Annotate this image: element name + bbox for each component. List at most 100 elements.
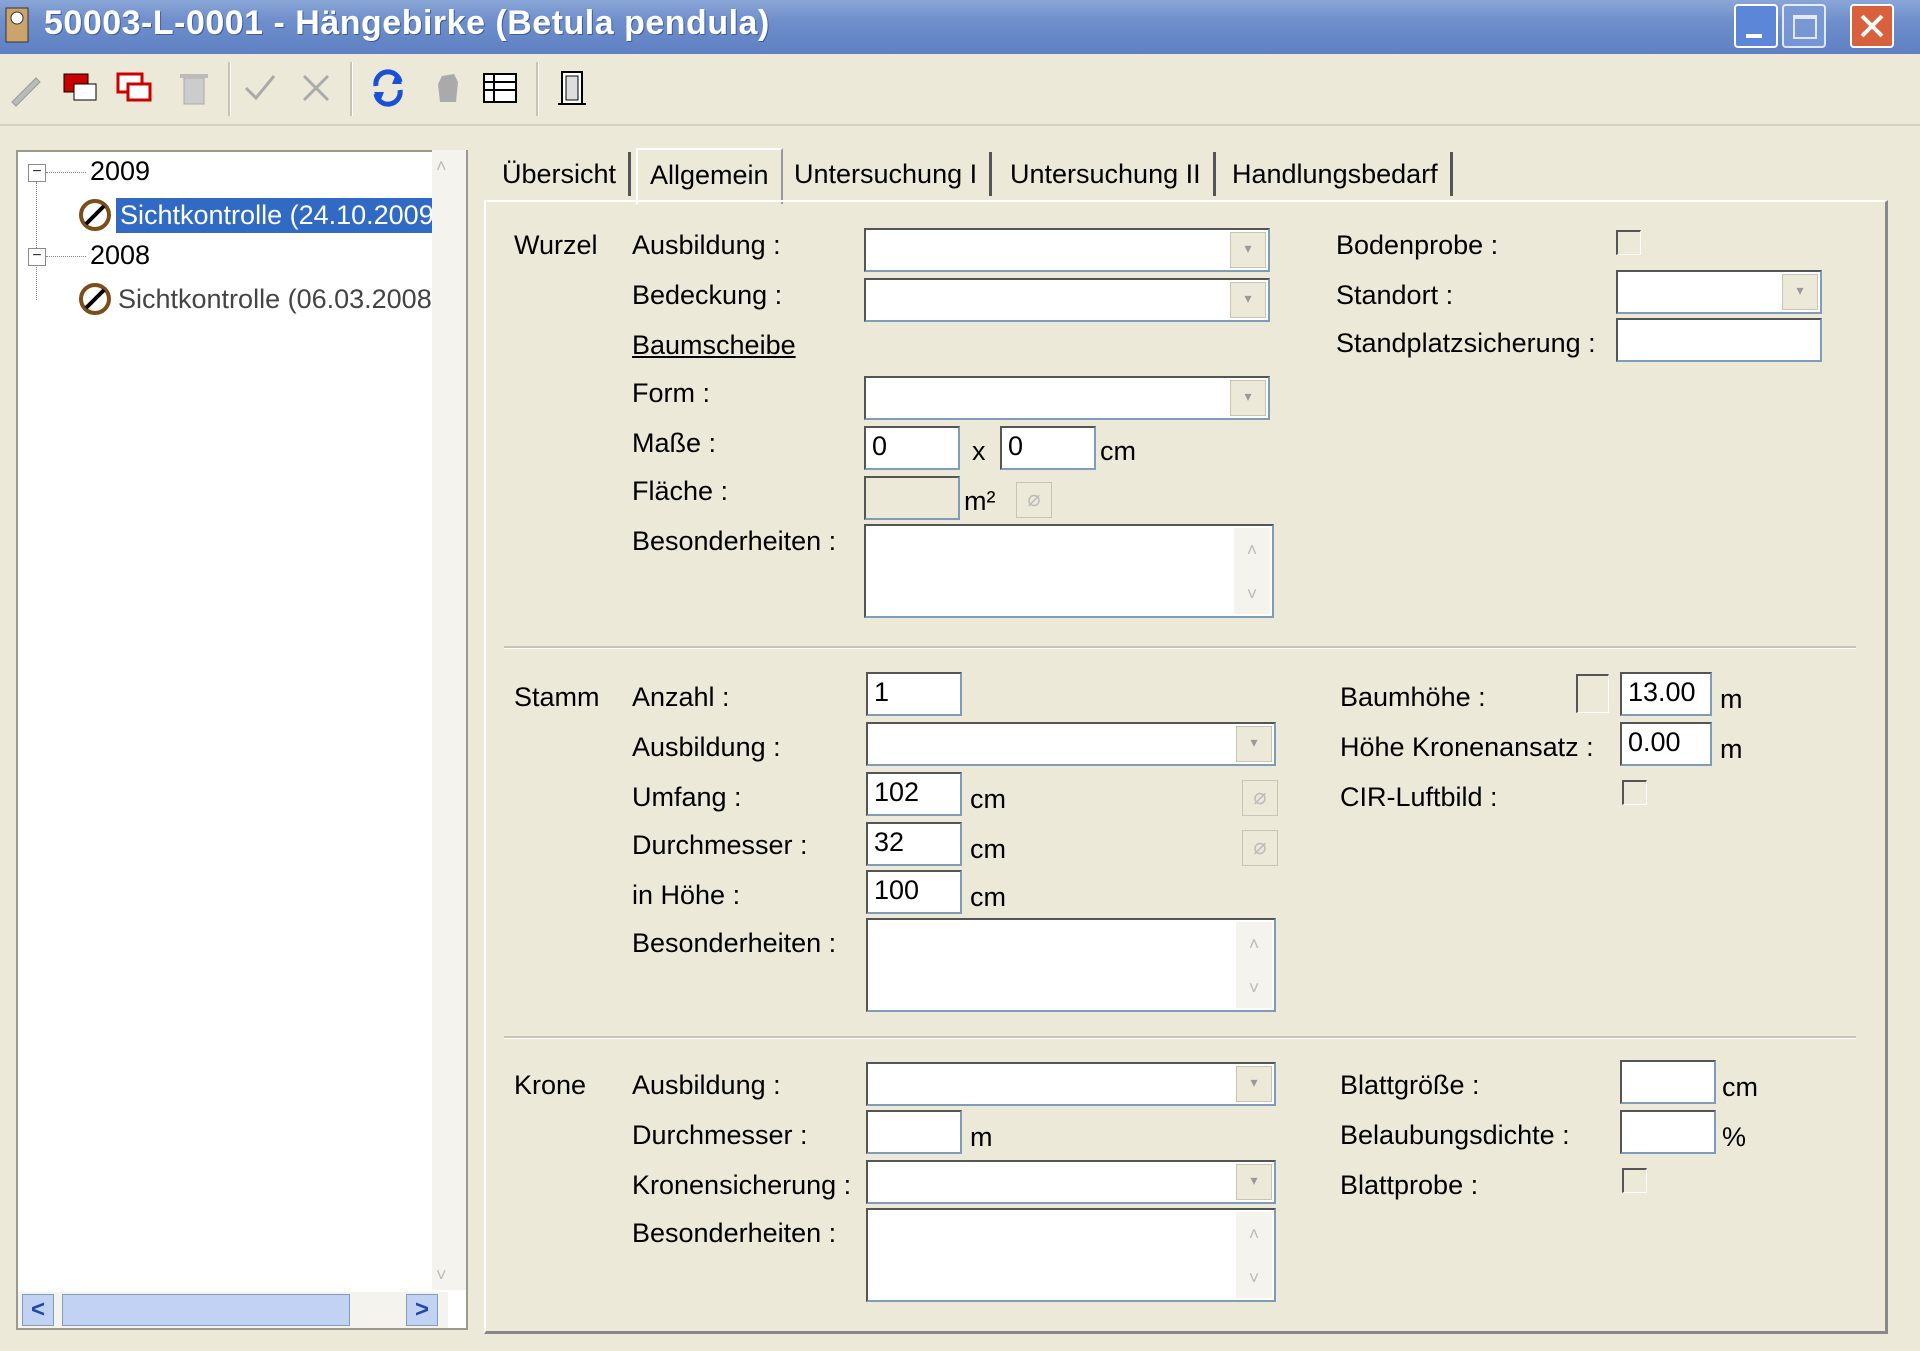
in-hoehe-input[interactable]: 100: [866, 870, 962, 914]
anzahl-input[interactable]: 1: [866, 672, 962, 716]
inspection-icon: [79, 199, 111, 231]
wurzel-besonderheiten-textarea[interactable]: ˄ ˅: [864, 524, 1274, 618]
cir-luftbild-checkbox[interactable]: [1622, 780, 1647, 805]
form-label: Form :: [632, 378, 710, 408]
krone-durchmesser-input[interactable]: [866, 1110, 962, 1154]
delete-icon[interactable]: [174, 68, 214, 108]
blattgroesse-label: Blattgröße :: [1340, 1070, 1480, 1100]
collapse-toggle-2009[interactable]: −: [28, 164, 46, 182]
copy-record-icon[interactable]: [114, 68, 154, 108]
belaubungsdichte-input[interactable]: [1620, 1110, 1716, 1154]
standplatzsicherung-input[interactable]: [1616, 318, 1822, 362]
blattgroesse-unit: cm: [1722, 1072, 1758, 1102]
scroll-up-icon[interactable]: ˄: [436, 156, 447, 177]
hand-icon[interactable]: [428, 68, 468, 108]
tree-line: [46, 172, 86, 173]
refresh-icon[interactable]: [368, 68, 408, 108]
maximize-icon: [1793, 15, 1817, 39]
maximize-button[interactable]: [1782, 4, 1826, 48]
belaubungsdichte-label: Belaubungsdichte :: [1340, 1120, 1570, 1150]
tree-node-2009[interactable]: 2009: [90, 156, 150, 187]
tree-vertical-scrollbar[interactable]: ˄ ˅: [432, 150, 466, 1290]
scroll-down-icon[interactable]: ˅: [1234, 572, 1270, 616]
collapse-toggle-2008[interactable]: −: [28, 248, 46, 266]
durchmesser-input[interactable]: 32: [866, 822, 962, 866]
standplatzsicherung-label: Standplatzsicherung :: [1336, 328, 1596, 358]
section-divider: [504, 646, 1856, 649]
wurzel-ausbildung-select[interactable]: ▾: [864, 228, 1270, 272]
inspection-icon: [79, 283, 111, 315]
scroll-down-icon[interactable]: ˅: [436, 1265, 447, 1286]
baumhoehe-input[interactable]: 13.00: [1620, 672, 1712, 716]
blattprobe-label: Blattprobe :: [1340, 1170, 1479, 1200]
wurzel-ausbildung-label: Ausbildung :: [632, 230, 781, 260]
kronensicherung-select[interactable]: ▾: [866, 1160, 1276, 1204]
tree-line: [36, 182, 37, 300]
app-icon: [5, 7, 29, 43]
dropdown-icon: ▾: [1782, 274, 1818, 310]
scroll-up-icon[interactable]: ˄: [1234, 528, 1270, 572]
masse-b-input[interactable]: 0: [1000, 426, 1096, 470]
kronenansatz-label: Höhe Kronenansatz :: [1340, 732, 1594, 762]
calc-flaeche-icon[interactable]: ⌀: [1016, 482, 1052, 518]
tree-item-sichtkontrolle-2008[interactable]: Sichtkontrolle (06.03.2008: [118, 284, 432, 315]
table-icon[interactable]: [480, 68, 520, 108]
section-stamm: Stamm: [514, 682, 600, 712]
tab-untersuchung-1[interactable]: Untersuchung I: [782, 152, 993, 196]
masse-label: Maße :: [632, 428, 717, 458]
stamm-besonderheiten-textarea[interactable]: ˄ ˅: [866, 918, 1276, 1012]
kronenansatz-input[interactable]: 0.00: [1620, 722, 1712, 766]
calc-umfang-icon[interactable]: ⌀: [1242, 780, 1278, 816]
tab-handlungsbedarf[interactable]: Handlungsbedarf: [1220, 152, 1453, 196]
scroll-up-icon[interactable]: ˄: [1236, 922, 1272, 966]
krone-ausbildung-select[interactable]: ▾: [866, 1062, 1276, 1106]
record-tree[interactable]: [16, 150, 468, 1330]
minimize-icon: [1746, 34, 1762, 38]
exit-door-icon[interactable]: [552, 68, 592, 108]
scroll-down-icon[interactable]: ˅: [1236, 966, 1272, 1010]
scroll-left-icon[interactable]: <: [22, 1294, 54, 1326]
accept-icon[interactable]: [240, 68, 280, 108]
wurzel-bedeckung-select[interactable]: ▾: [864, 278, 1270, 322]
krone-besonderheiten-textarea[interactable]: ˄ ˅: [866, 1208, 1276, 1302]
close-icon: [1860, 14, 1884, 38]
close-button[interactable]: [1850, 4, 1894, 48]
stamm-ausbildung-select[interactable]: ▾: [866, 722, 1276, 766]
blattprobe-checkbox[interactable]: [1622, 1168, 1647, 1193]
dropdown-icon: ▾: [1230, 232, 1266, 268]
dropdown-icon: ▾: [1236, 1164, 1272, 1200]
calc-durchmesser-icon[interactable]: ⌀: [1242, 830, 1278, 866]
section-krone: Krone: [514, 1070, 587, 1100]
edit-icon[interactable]: [6, 68, 46, 108]
masse-a-input[interactable]: 0: [864, 426, 960, 470]
stamm-besonderheiten-label: Besonderheiten :: [632, 928, 837, 958]
krone-durchmesser-label: Durchmesser :: [632, 1120, 808, 1150]
masse-unit: cm: [1100, 436, 1136, 466]
bodenprobe-label: Bodenprobe :: [1336, 230, 1499, 260]
scroll-up-icon[interactable]: ˄: [1236, 1212, 1272, 1256]
tab-allgemein[interactable]: Allgemein: [636, 148, 783, 204]
cancel-icon[interactable]: [296, 68, 336, 108]
tree-horizontal-scrollbar[interactable]: < >: [18, 1292, 448, 1328]
blattgroesse-input[interactable]: [1620, 1060, 1716, 1104]
scroll-down-icon[interactable]: ˅: [1236, 1256, 1272, 1300]
toolbar-separator: [350, 62, 353, 116]
wurzel-besonderheiten-label: Besonderheiten :: [632, 526, 837, 556]
tab-uebersicht[interactable]: Übersicht: [490, 152, 632, 196]
bodenprobe-checkbox[interactable]: [1616, 230, 1641, 255]
baumscheibe-form-select[interactable]: ▾: [864, 376, 1270, 420]
scroll-thumb[interactable]: [62, 1294, 350, 1326]
standort-select[interactable]: ▾: [1616, 270, 1822, 314]
new-record-icon[interactable]: [60, 68, 100, 108]
tab-untersuchung-2[interactable]: Untersuchung II: [998, 152, 1216, 196]
minimize-button[interactable]: [1734, 4, 1778, 48]
tree-item-sichtkontrolle-2009[interactable]: Sichtkontrolle (24.10.2009: [116, 198, 438, 233]
umfang-input[interactable]: 102: [866, 772, 962, 816]
baumhoehe-checkbox[interactable]: [1576, 674, 1609, 713]
in-hoehe-label: in Höhe :: [632, 880, 741, 910]
scroll-right-icon[interactable]: >: [406, 1294, 438, 1326]
tree-node-2008[interactable]: 2008: [90, 240, 150, 271]
section-divider: [504, 1036, 1856, 1039]
belaubungsdichte-unit: %: [1722, 1122, 1747, 1152]
cir-luftbild-label: CIR-Luftbild :: [1340, 782, 1498, 812]
